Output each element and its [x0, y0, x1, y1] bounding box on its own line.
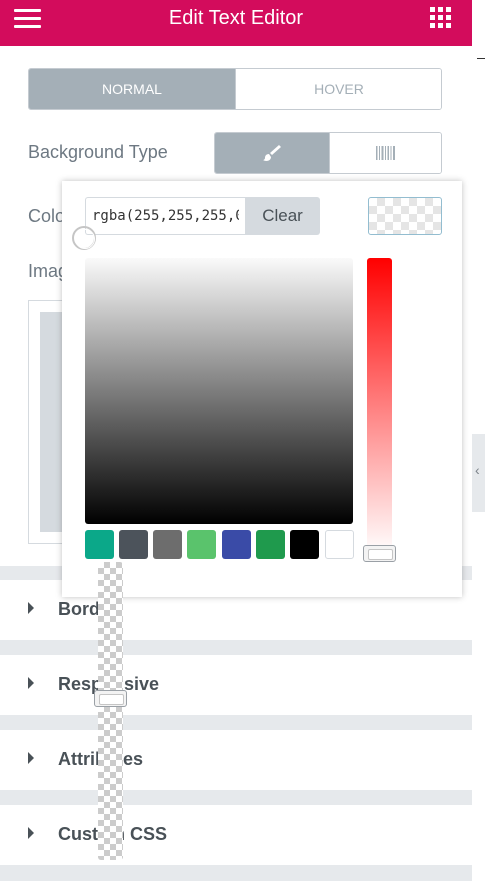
- color-value-input[interactable]: [85, 197, 245, 235]
- hue-slider[interactable]: [367, 258, 392, 554]
- caret-right-icon: [28, 827, 34, 839]
- background-classic-button[interactable]: [215, 133, 329, 173]
- caret-right-icon: [28, 752, 34, 764]
- hue-slider-handle[interactable]: [363, 545, 396, 562]
- background-type-label: Background Type: [28, 142, 168, 162]
- caret-right-icon: [28, 602, 34, 614]
- background-type-choices: [214, 132, 442, 174]
- color-swatch[interactable]: [256, 530, 285, 559]
- alpha-slider[interactable]: [98, 562, 123, 860]
- color-swatch[interactable]: [290, 530, 319, 559]
- section-custom-css[interactable]: Custom CSS: [0, 805, 472, 865]
- page-title: Edit Text Editor: [168, 7, 304, 29]
- saturation-value-handle[interactable]: [72, 226, 96, 250]
- current-color-swatch[interactable]: [368, 197, 442, 235]
- state-tabs: NORMAL HOVER: [28, 68, 442, 110]
- preview-divider: [477, 58, 485, 59]
- background-gradient-button[interactable]: [329, 133, 441, 173]
- saturation-value-area[interactable]: [85, 258, 353, 524]
- alpha-slider-handle[interactable]: [94, 690, 127, 707]
- color-swatch[interactable]: [85, 530, 114, 559]
- color-swatch[interactable]: [222, 530, 251, 559]
- color-swatch[interactable]: [153, 530, 182, 559]
- tab-normal[interactable]: NORMAL: [29, 69, 235, 109]
- color-swatch[interactable]: [119, 530, 148, 559]
- color-swatch[interactable]: [187, 530, 216, 559]
- paint-brush-icon: [263, 145, 281, 161]
- section-divider: [0, 640, 472, 655]
- widgets-grid-icon[interactable]: [430, 7, 452, 29]
- clear-color-button[interactable]: Clear: [245, 197, 320, 235]
- section-divider: [0, 790, 472, 805]
- tab-hover[interactable]: HOVER: [235, 69, 441, 109]
- chevron-left-icon: ‹: [475, 462, 480, 478]
- caret-right-icon: [28, 677, 34, 689]
- section-divider: [0, 715, 472, 730]
- color-swatch[interactable]: [325, 530, 354, 559]
- barcode-icon: [376, 146, 395, 160]
- collapse-panel-button[interactable]: ‹: [472, 434, 485, 512]
- section-responsive[interactable]: Responsive: [0, 655, 472, 715]
- section-divider: [0, 865, 472, 881]
- section-attributes[interactable]: Attributes: [0, 730, 472, 790]
